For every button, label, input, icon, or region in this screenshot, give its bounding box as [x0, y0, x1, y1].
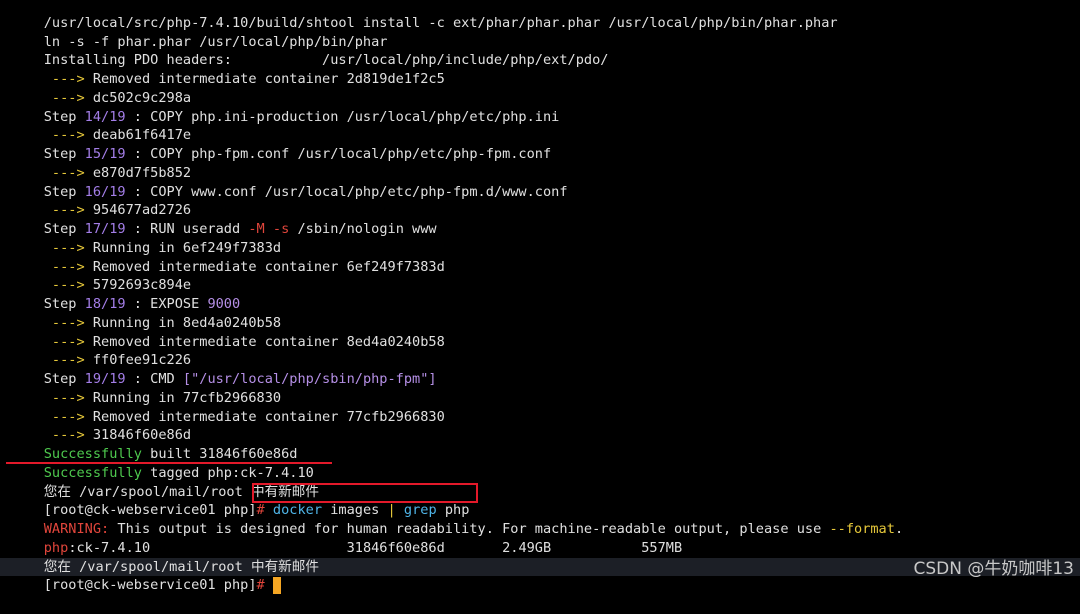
- shell-prompt: [root@ck-webservice01 php]: [43, 577, 257, 594]
- command-grep: grep: [403, 502, 437, 519]
- annotation-underline: [6, 462, 332, 464]
- shell-prompt: [root@ck-webservice01 php]: [43, 502, 257, 519]
- text-cursor: [272, 576, 281, 594]
- annotation-highlight-box: [252, 483, 478, 503]
- terminal-output[interactable]: /usr/local/src/php-7.4.10/build/shtool i…: [0, 0, 1080, 594]
- command-docker: docker: [272, 502, 323, 519]
- watermark: CSDN @牛奶咖啡13: [913, 559, 1074, 579]
- terminal-line: /usr/local/src/php-7.4.10/build/shtool i…: [43, 14, 838, 31]
